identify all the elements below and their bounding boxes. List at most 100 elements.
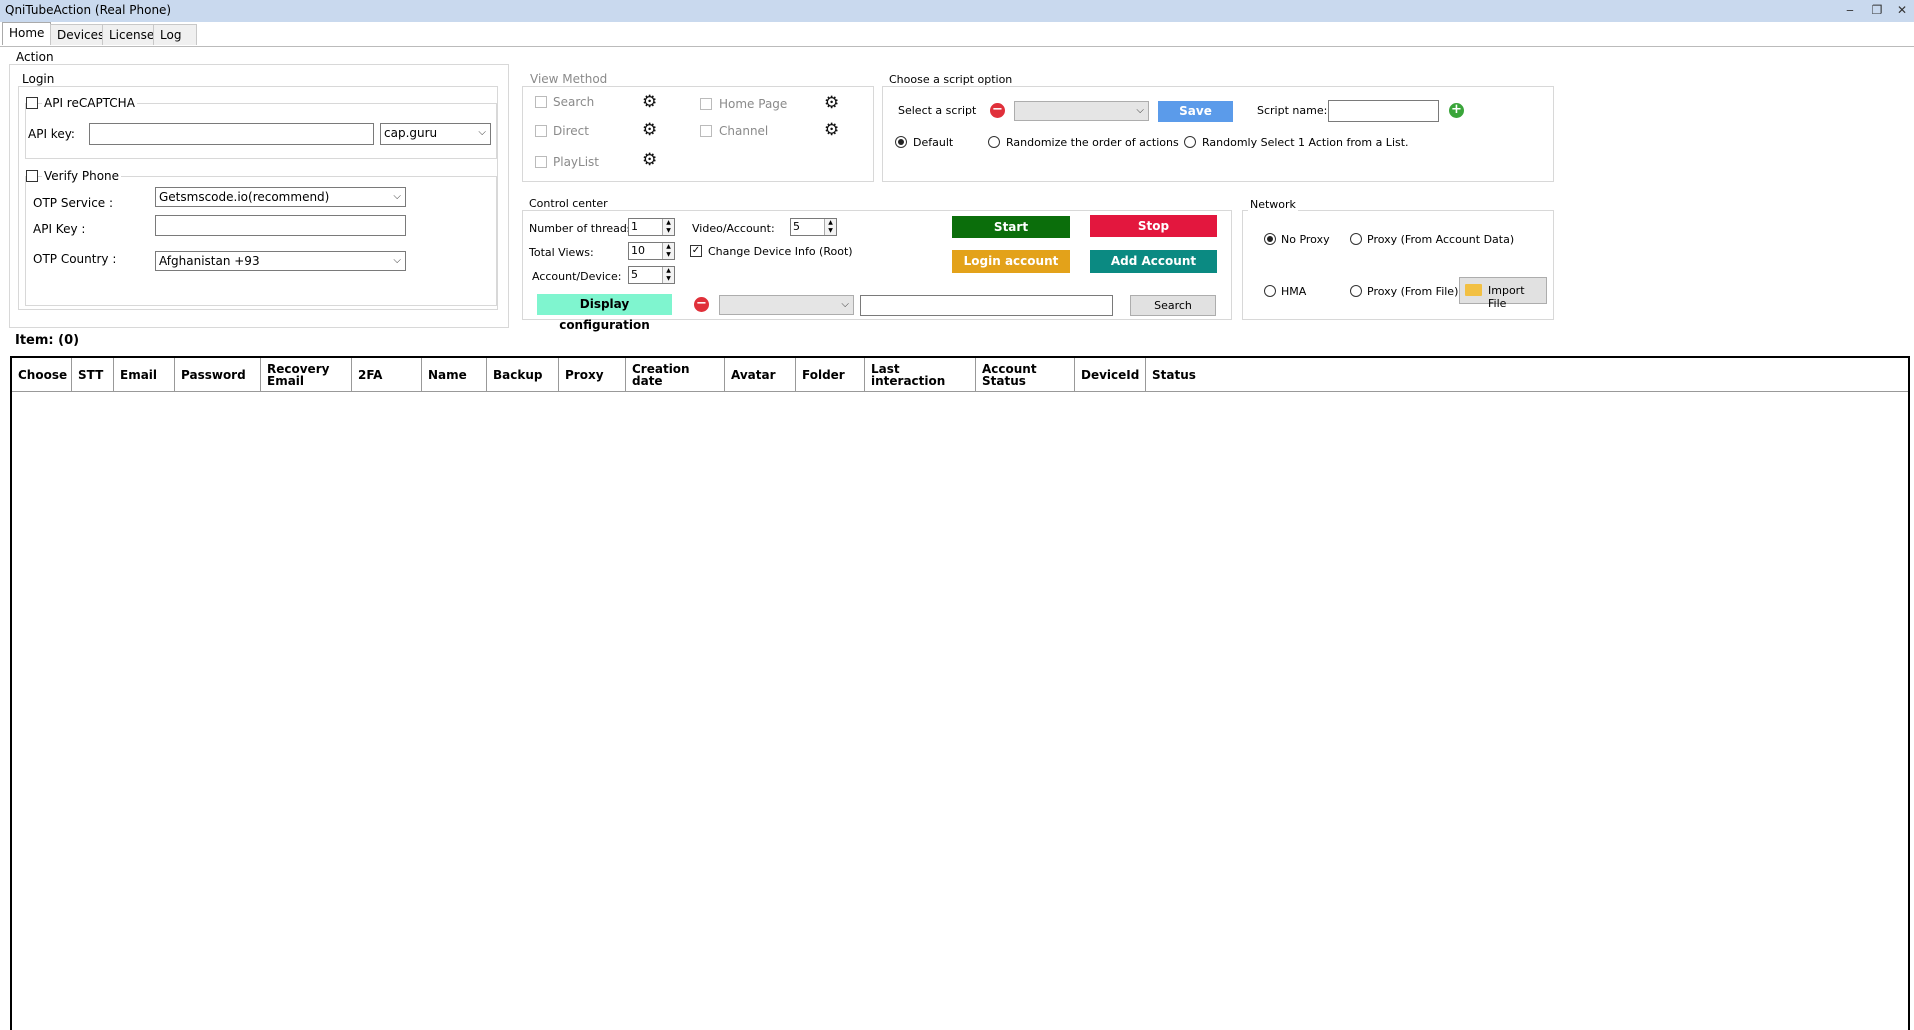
otp-api-key-input[interactable]	[155, 215, 406, 236]
add-account-button[interactable]: Add Account	[1090, 250, 1217, 273]
spin-up-icon[interactable]: ▲	[824, 219, 836, 227]
search-input[interactable]	[860, 295, 1113, 316]
gear-icon[interactable]: ⚙	[642, 122, 657, 139]
header-email[interactable]: Email	[114, 358, 175, 392]
change-device-checkbox[interactable]: ✓	[690, 245, 702, 257]
search-method-label: Search	[553, 95, 595, 109]
tab-log[interactable]: Log	[153, 24, 197, 45]
spin-down-icon[interactable]: ▼	[662, 251, 674, 259]
hma-radio[interactable]	[1264, 285, 1276, 297]
otp-service-label: OTP Service :	[33, 196, 114, 210]
header-creation-date[interactable]: Creation date	[626, 358, 725, 392]
account-device-label: Account/Device:	[532, 270, 622, 283]
import-file-label: Import File	[1488, 284, 1525, 310]
total-views-spinner[interactable]: 10 ▲ ▼	[628, 242, 675, 260]
recaptcha-label: API reCAPTCHA	[42, 96, 137, 110]
header-name[interactable]: Name	[422, 358, 487, 392]
gear-icon[interactable]: ⚙	[824, 122, 839, 139]
login-account-button[interactable]: Login account	[952, 250, 1070, 273]
chevron-down-icon: ⌵	[1136, 105, 1144, 116]
minimize-icon[interactable]: ‒	[1839, 2, 1861, 18]
header-account-status[interactable]: Account Status	[976, 358, 1075, 392]
threads-spinner[interactable]: 1 ▲ ▼	[628, 218, 675, 236]
total-views-value: 10	[631, 244, 645, 257]
api-key-label: API key:	[28, 127, 75, 141]
spin-down-icon[interactable]: ▼	[662, 275, 674, 283]
import-file-button[interactable]: Import File	[1459, 277, 1547, 310]
default-option-label: Default	[913, 136, 954, 149]
randomize-option-label: Randomize the order of actions	[1006, 136, 1179, 149]
spin-up-icon[interactable]: ▲	[662, 219, 674, 227]
header-recovery-email[interactable]: Recovery Email	[261, 358, 352, 392]
proxy-file-radio[interactable]	[1350, 285, 1362, 297]
restore-icon[interactable]: ❐	[1866, 2, 1888, 18]
direct-method-label: Direct	[553, 124, 589, 138]
script-option-label: Choose a script option	[887, 73, 1015, 86]
otp-api-key-label: API Key :	[33, 222, 86, 236]
channel-method-label: Channel	[719, 124, 769, 138]
home-page-checkbox[interactable]	[700, 98, 712, 110]
header-last-interaction[interactable]: Last interaction	[865, 358, 976, 392]
save-script-button[interactable]: Save	[1158, 101, 1233, 122]
script-select[interactable]: ⌵	[1014, 101, 1149, 121]
spin-up-icon[interactable]: ▲	[662, 267, 674, 275]
random-one-option-label: Randomly Select 1 Action from a List.	[1202, 136, 1409, 149]
gear-icon[interactable]: ⚙	[642, 94, 657, 111]
script-name-label: Script name:	[1257, 104, 1328, 117]
random-one-radio[interactable]	[1184, 136, 1196, 148]
header-proxy[interactable]: Proxy	[559, 358, 626, 392]
window-title: QniTubeAction (Real Phone)	[5, 3, 172, 17]
verify-phone-checkbox[interactable]	[26, 170, 38, 182]
otp-service-select[interactable]: Getsmscode.io(recommend) ⌵	[155, 187, 406, 207]
filter-select[interactable]: ⌵	[719, 295, 854, 315]
account-device-spinner[interactable]: 5 ▲ ▼	[628, 266, 675, 284]
channel-checkbox[interactable]	[700, 125, 712, 137]
network-label: Network	[1248, 198, 1298, 211]
recaptcha-checkbox[interactable]	[26, 97, 38, 109]
close-icon[interactable]: ✕	[1891, 2, 1913, 18]
add-script-icon[interactable]: +	[1449, 103, 1464, 118]
spin-down-icon[interactable]: ▼	[824, 227, 836, 235]
spin-up-icon[interactable]: ▲	[662, 243, 674, 251]
proxy-account-radio[interactable]	[1350, 233, 1362, 245]
tab-home[interactable]: Home	[2, 22, 52, 45]
item-count: Item: (0)	[15, 333, 80, 348]
default-radio[interactable]	[895, 136, 907, 148]
folder-icon	[1465, 284, 1482, 296]
playlist-method-label: PlayList	[553, 155, 600, 169]
spin-down-icon[interactable]: ▼	[662, 227, 674, 235]
stop-button[interactable]: Stop	[1090, 215, 1217, 237]
header-avatar[interactable]: Avatar	[725, 358, 796, 392]
control-center-label: Control center	[527, 197, 610, 210]
randomize-radio[interactable]	[988, 136, 1000, 148]
start-button[interactable]: Start	[952, 216, 1070, 238]
api-key-input[interactable]	[89, 123, 374, 145]
display-configuration-button[interactable]: Display configuration	[537, 294, 672, 332]
direct-checkbox[interactable]	[535, 125, 547, 137]
gear-icon[interactable]: ⚙	[642, 152, 657, 169]
view-method-label: View Method	[528, 72, 610, 86]
gear-icon[interactable]: ⚙	[824, 95, 839, 112]
no-proxy-radio[interactable]	[1264, 233, 1276, 245]
otp-country-value: Afghanistan +93	[159, 254, 260, 268]
account-device-value: 5	[631, 268, 638, 281]
header-deviceid[interactable]: DeviceId	[1075, 358, 1146, 392]
playlist-checkbox[interactable]	[535, 156, 547, 168]
script-name-input[interactable]	[1328, 100, 1439, 122]
header-password[interactable]: Password	[175, 358, 261, 392]
header-stt[interactable]: STT	[72, 358, 114, 392]
otp-country-select[interactable]: Afghanistan +93 ⌵	[155, 251, 406, 271]
search-button[interactable]: Search	[1130, 295, 1216, 316]
remove-filter-icon[interactable]: −	[694, 297, 709, 312]
change-device-label: Change Device Info (Root)	[708, 245, 853, 258]
search-checkbox[interactable]	[535, 96, 547, 108]
header-folder[interactable]: Folder	[796, 358, 865, 392]
header-status[interactable]: Status	[1146, 358, 1908, 392]
captcha-service-select[interactable]: cap.guru ⌵	[380, 123, 491, 145]
header-2fa[interactable]: 2FA	[352, 358, 422, 392]
header-choose[interactable]: Choose	[12, 358, 72, 392]
remove-script-icon[interactable]: −	[990, 103, 1005, 118]
header-backup[interactable]: Backup	[487, 358, 559, 392]
accounts-table[interactable]: Choose STT Email Password Recovery Email…	[10, 356, 1910, 1030]
video-account-spinner[interactable]: 5 ▲ ▼	[790, 218, 837, 236]
